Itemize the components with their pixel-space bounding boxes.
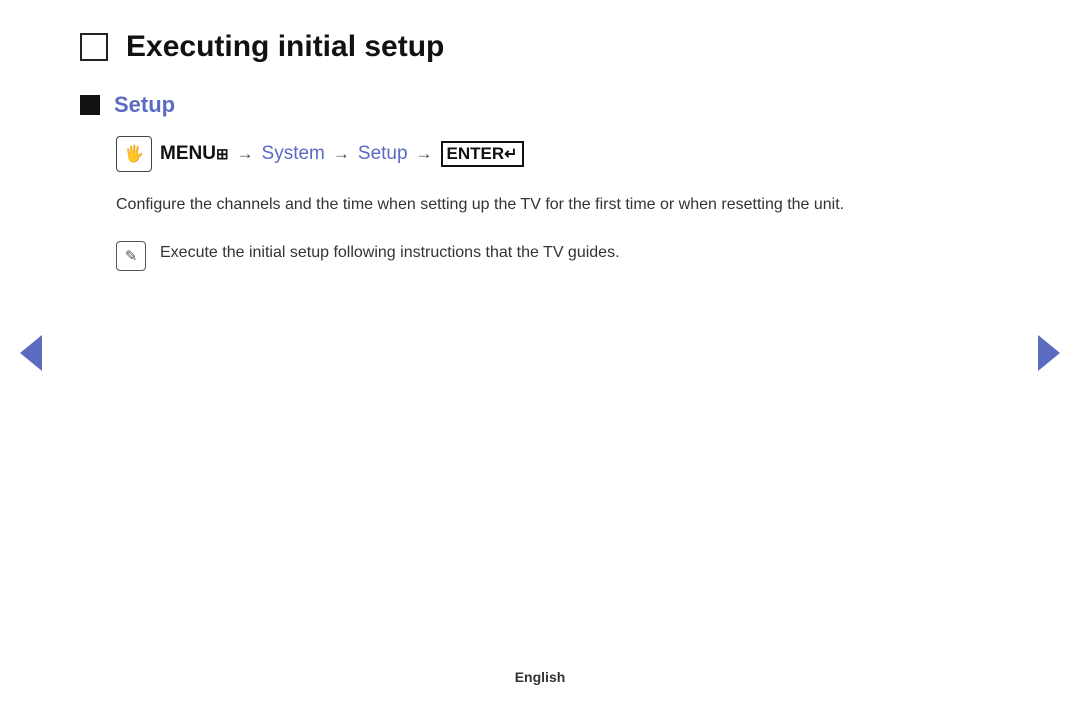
note-icon: ✎ [116, 241, 146, 271]
checkbox-icon [80, 33, 108, 61]
arrow-2: → [333, 144, 350, 164]
main-content: Executing initial setup Setup 🖐 MENU⊞ → … [0, 0, 1080, 271]
arrow-1: → [237, 144, 254, 164]
enter-label: ENTER↵ [441, 141, 524, 167]
enter-box: ENTER↵ [441, 141, 524, 167]
menu-path-row: 🖐 MENU⊞ → System → Setup → ENTER↵ [116, 136, 1000, 172]
section-row: Setup [80, 92, 1000, 118]
footer-language: English [0, 669, 1080, 685]
nav-left-button[interactable] [20, 335, 42, 371]
description-text: Configure the channels and the time when… [116, 192, 986, 218]
note-text: Execute the initial setup following inst… [160, 240, 620, 266]
page-title-row: Executing initial setup [80, 30, 1000, 64]
menu-icon-symbol: 🖐 [124, 144, 144, 164]
path-link-system: System [262, 143, 325, 165]
menu-label: MENU⊞ [160, 143, 229, 165]
enter-return-icon: ↵ [504, 144, 517, 164]
page-title: Executing initial setup [126, 30, 444, 64]
arrow-3: → [416, 144, 433, 164]
note-row: ✎ Execute the initial setup following in… [116, 240, 1000, 271]
section-square-icon [80, 95, 100, 115]
nav-right-button[interactable] [1038, 335, 1060, 371]
section-title: Setup [114, 92, 175, 118]
menu-icon: 🖐 [116, 136, 152, 172]
path-link-setup: Setup [358, 143, 408, 165]
